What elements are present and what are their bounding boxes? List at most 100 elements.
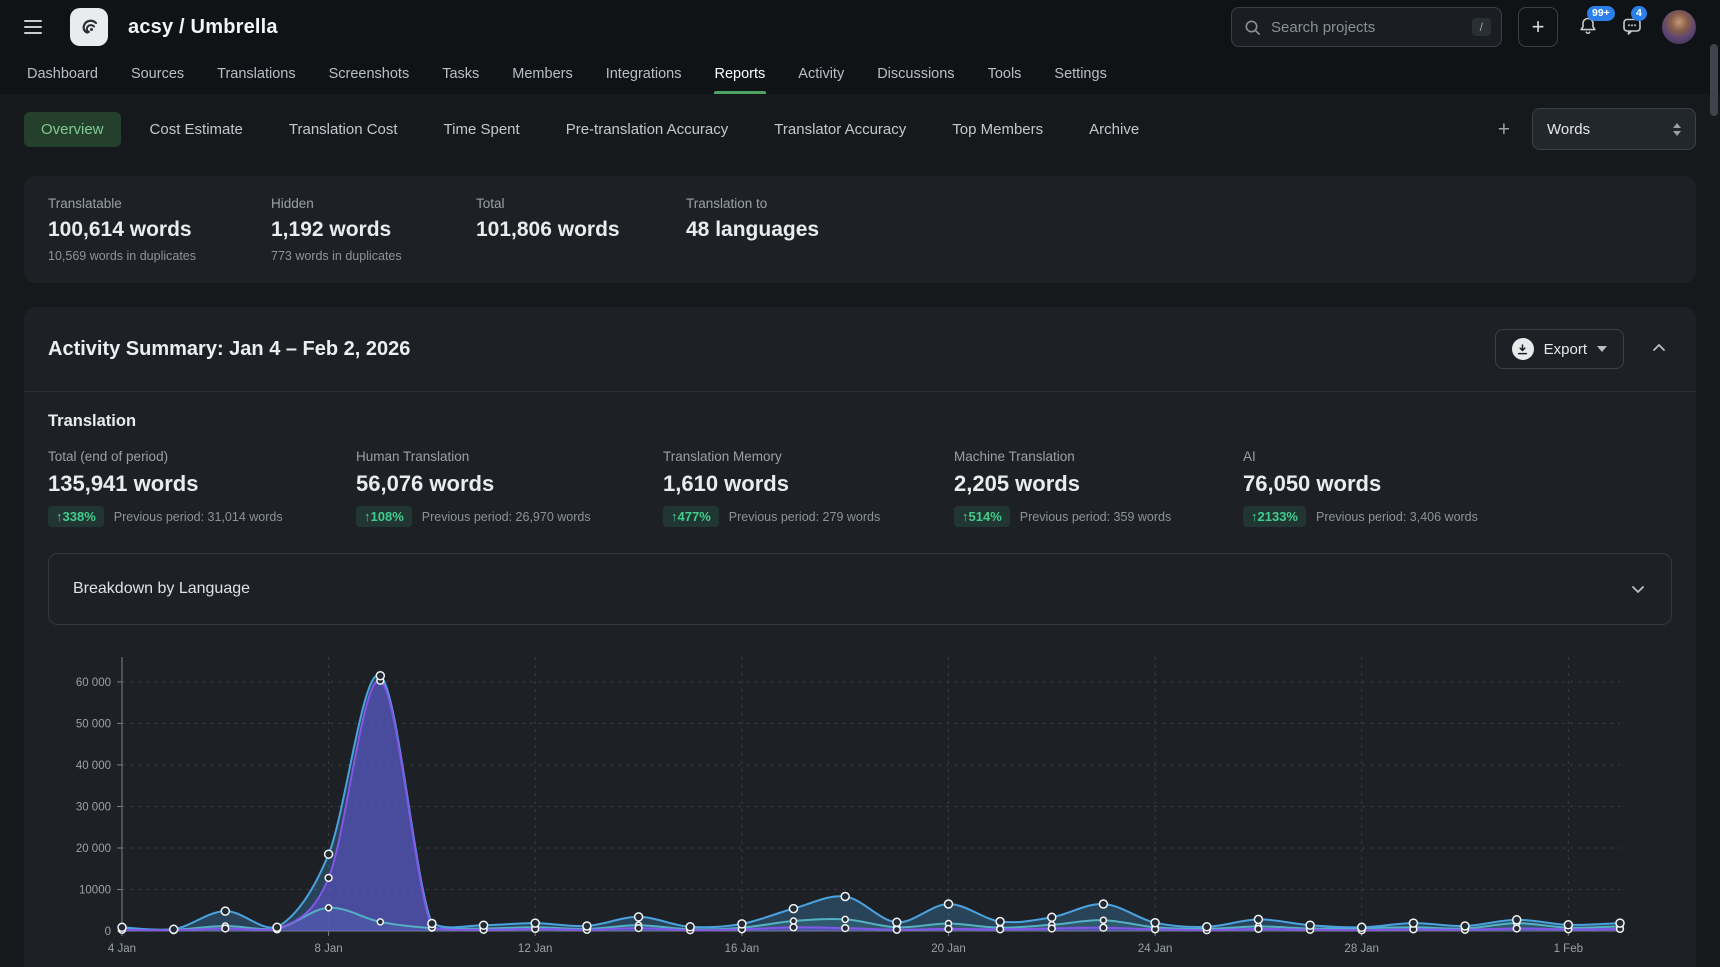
stat-label: Total [476, 196, 686, 211]
stat-translation-to: Translation to 48 languages [686, 196, 1672, 263]
subtab-translation-cost[interactable]: Translation Cost [272, 112, 415, 147]
project-nav: Dashboard Sources Translations Screenshots T… [0, 54, 1720, 94]
select-carets-icon [1673, 123, 1681, 136]
change-badge: ↑108% [356, 506, 412, 527]
svg-text:30 000: 30 000 [76, 802, 111, 814]
project-stats-card: Translatable100,614 words10,569 words in… [24, 176, 1696, 283]
nav-item-translations[interactable]: Translations [216, 54, 296, 94]
metric-label: Total (end of period) [48, 449, 356, 464]
collapse-section-button[interactable] [1646, 335, 1672, 364]
change-badge: ↑477% [663, 506, 719, 527]
subtab-archive[interactable]: Archive [1072, 112, 1156, 147]
change-badge: ↑514% [954, 506, 1010, 527]
chevron-up-icon [1650, 339, 1668, 357]
svg-text:8 Jan: 8 Jan [315, 943, 343, 955]
stat-value: 1,192 words [271, 218, 476, 242]
translation-section-title: Translation [48, 412, 1672, 431]
svg-text:50 000: 50 000 [76, 718, 111, 730]
search-placeholder: Search projects [1271, 19, 1462, 36]
subtab-top-members[interactable]: Top Members [935, 112, 1060, 147]
metric-value: 76,050 words [1243, 471, 1672, 497]
add-report-button[interactable]: + [1498, 119, 1510, 140]
previous-period-text: Previous period: 359 words [1020, 510, 1171, 524]
activity-summary-title: Activity Summary: Jan 4 – Feb 2, 2026 [48, 338, 1495, 361]
notifications-button[interactable]: 99+ [1574, 13, 1602, 41]
subtab-pre-translation-accuracy[interactable]: Pre-translation Accuracy [549, 112, 746, 147]
svg-text:0: 0 [105, 926, 111, 938]
subtab-time-spent[interactable]: Time Spent [427, 112, 537, 147]
stat-value: 48 languages [686, 218, 1672, 242]
metric-label: AI [1243, 449, 1672, 464]
nav-item-sources[interactable]: Sources [130, 54, 185, 94]
messages-count-badge: 4 [1631, 6, 1647, 21]
export-button[interactable]: Export [1495, 329, 1624, 369]
change-badge: ↑2133% [1243, 506, 1306, 527]
export-button-label: Export [1544, 341, 1587, 358]
menu-button[interactable] [24, 14, 50, 40]
metric-human-translation: Human Translation56,076 words↑108%Previo… [356, 449, 663, 527]
nav-item-tasks[interactable]: Tasks [441, 54, 480, 94]
metric-value: 1,610 words [663, 471, 954, 497]
app-logo-icon[interactable] [70, 8, 108, 46]
search-input[interactable]: Search projects / [1231, 7, 1502, 47]
stat-sub [686, 249, 1672, 263]
stat-hidden: Hidden 1,192 words 773 words in duplicates [271, 196, 476, 263]
unit-select-value: Words [1547, 121, 1590, 138]
unit-select[interactable]: Words [1532, 108, 1696, 150]
nav-item-integrations[interactable]: Integrations [605, 54, 683, 94]
nav-item-discussions[interactable]: Discussions [876, 54, 955, 94]
metric-translation-memory: Translation Memory 1,610 words ↑477% Previo… [663, 449, 954, 527]
stat-label: Hidden [271, 196, 476, 211]
metric-value: 2,205 words [954, 471, 1243, 497]
metric-value: 135,941 words [48, 471, 356, 497]
metric-machine-translation: Machine Translation 2,205 words ↑514% Previ… [954, 449, 1243, 527]
breakdown-label: Breakdown by Language [73, 580, 250, 598]
activity-chart-svg[interactable]: 01000020 00030 00040 00050 00060 0004 Ja… [48, 649, 1658, 967]
stat-total: Total101,806 words [476, 196, 686, 263]
previous-period-text: Previous period: 279 words [729, 510, 880, 524]
scrollbar-thumb[interactable] [1710, 44, 1718, 116]
previous-period-text: Previous period: 3,406 words [1316, 510, 1478, 524]
search-shortcut-key: / [1472, 18, 1491, 36]
metric-label: Translation Memory [663, 449, 954, 464]
svg-text:20 Jan: 20 Jan [931, 943, 966, 955]
nav-item-members[interactable]: Members [511, 54, 573, 94]
notifications-count-badge: 99+ [1587, 6, 1615, 21]
create-button[interactable]: + [1518, 7, 1558, 47]
reports-subnav: Overview Cost Estimate Translation Cost Tim… [24, 108, 1696, 150]
activity-summary-card: Activity Summary: Jan 4 – Feb 2, 2026 Ex… [24, 307, 1696, 967]
svg-text:28 Jan: 28 Jan [1344, 943, 1379, 955]
user-avatar[interactable] [1662, 10, 1696, 44]
stat-value: 100,614 words [48, 218, 271, 242]
svg-text:10000: 10000 [79, 885, 111, 897]
subtab-overview[interactable]: Overview [24, 112, 121, 147]
project-title: acsy / Umbrella [128, 16, 278, 39]
nav-item-activity[interactable]: Activity [797, 54, 845, 94]
breakdown-by-language-toggle[interactable]: Breakdown by Language [48, 553, 1672, 625]
metric-label: Machine Translation [954, 449, 1243, 464]
subtab-cost-estimate[interactable]: Cost Estimate [133, 112, 260, 147]
messages-button[interactable]: 4 [1618, 13, 1646, 41]
search-icon [1244, 19, 1261, 36]
metric-label: Human Translation [356, 449, 663, 464]
change-badge: ↑338% [48, 506, 104, 527]
nav-item-reports[interactable]: Reports [714, 54, 767, 94]
svg-text:60 000: 60 000 [76, 677, 111, 689]
metric-total-end-of-period-: Total (end of period)135,941 words↑338%P… [48, 449, 356, 527]
svg-text:24 Jan: 24 Jan [1138, 943, 1173, 955]
activity-chart[interactable]: 01000020 00030 00040 00050 00060 0004 Ja… [48, 649, 1672, 967]
page-scrollbar[interactable] [1708, 0, 1720, 967]
svg-text:4 Jan: 4 Jan [108, 943, 136, 955]
stat-sub [476, 249, 686, 263]
nav-item-tools[interactable]: Tools [987, 54, 1023, 94]
download-icon [1512, 338, 1534, 360]
svg-text:40 000: 40 000 [76, 760, 111, 772]
top-bar: acsy / Umbrella Search projects / + 99+ [0, 0, 1720, 54]
stat-sub: 773 words in duplicates [271, 249, 476, 263]
subtab-translator-accuracy[interactable]: Translator Accuracy [757, 112, 923, 147]
nav-item-screenshots[interactable]: Screenshots [328, 54, 411, 94]
nav-item-settings[interactable]: Settings [1053, 54, 1107, 94]
nav-item-dashboard[interactable]: Dashboard [26, 54, 99, 94]
chevron-down-icon [1629, 580, 1647, 598]
stat-label: Translation to [686, 196, 1672, 211]
